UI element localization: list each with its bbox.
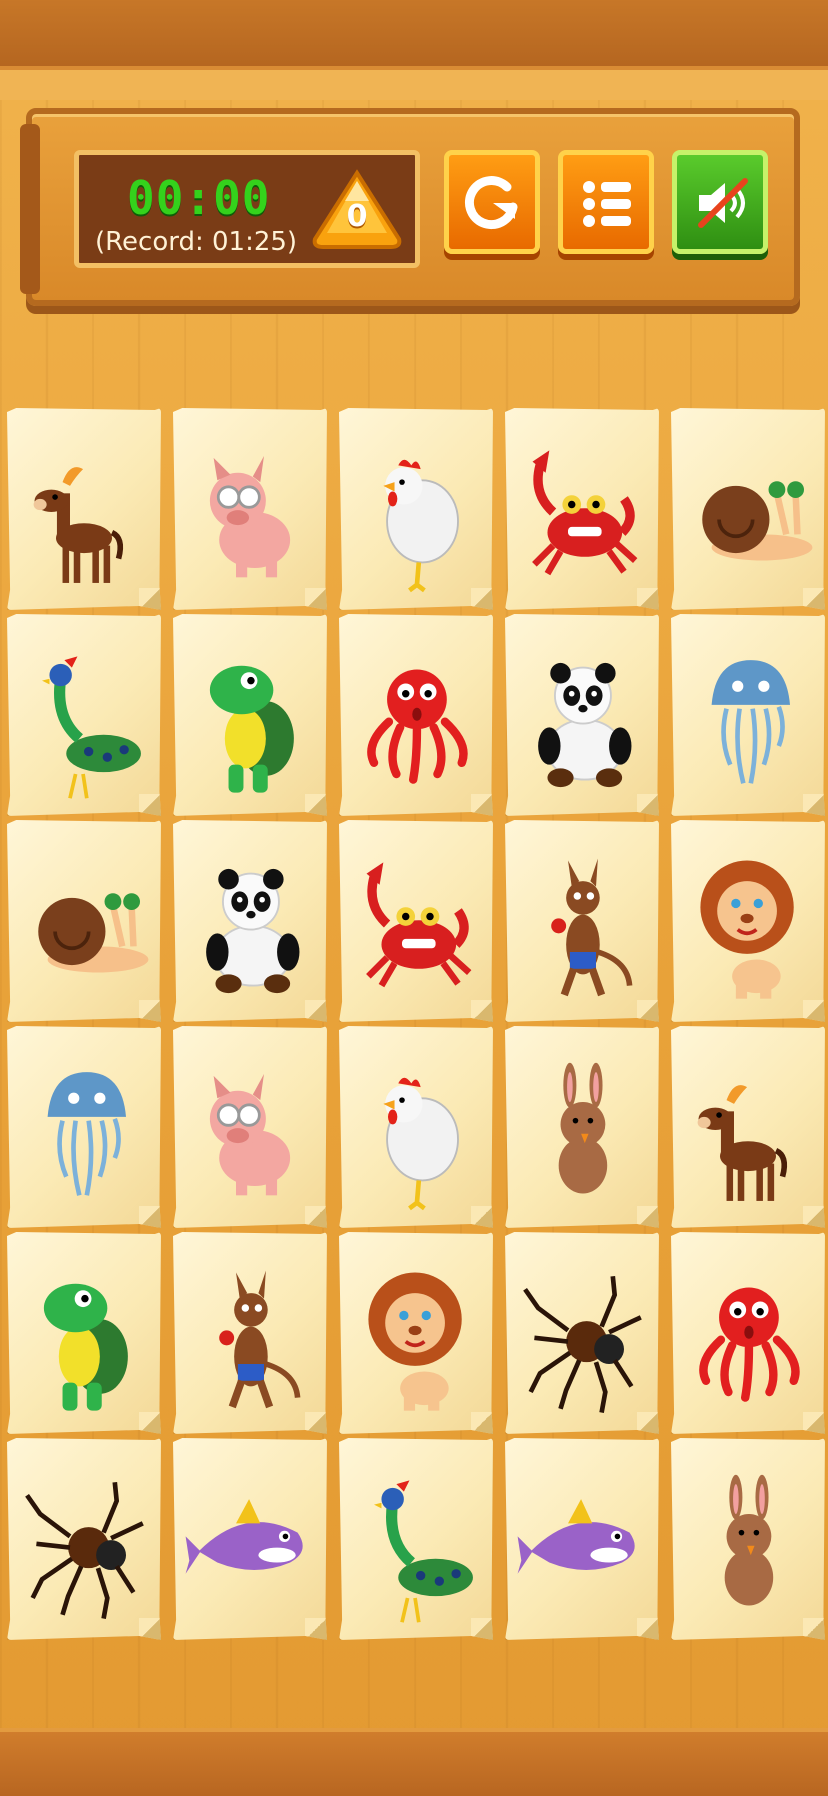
kangaroo-icon [219,1270,301,1409]
snail-icon [702,481,813,561]
record-text: (Record: 01:25) [95,227,298,257]
card-spider[interactable] [505,1232,659,1434]
restart-icon [464,176,518,230]
card-pig[interactable] [173,408,327,610]
hud-bracket [20,124,40,294]
spider-icon [523,1276,642,1413]
chicken-icon [383,1077,459,1211]
top-strip [0,70,828,100]
card-peacock[interactable] [339,1438,493,1640]
horse-icon [697,1085,788,1201]
card-horse[interactable] [671,1026,825,1228]
card-dolphin[interactable] [505,1438,659,1640]
top-bar [0,0,828,70]
panda-icon [206,868,300,994]
lion-icon [700,860,794,999]
pig-icon [209,1074,291,1196]
jellyfish-icon [47,1072,126,1196]
card-kangaroo[interactable] [505,820,659,1022]
jellyfish-icon [711,660,790,784]
card-turtle[interactable] [173,614,327,816]
rabbit-icon [558,1062,608,1194]
card-crab[interactable] [505,408,659,610]
card-crab[interactable] [339,820,493,1022]
crab-icon [532,450,638,576]
octopus-icon [699,1287,800,1402]
card-lion[interactable] [671,820,825,1022]
lion-icon [368,1272,462,1411]
turtle-icon [209,665,294,793]
card-jellyfish[interactable] [671,614,825,816]
dolphin-icon [185,1499,303,1574]
card-pig[interactable] [173,1026,327,1228]
card-peacock[interactable] [7,614,161,816]
timer-panel: 00:00 (Record: 01:25) 0 [74,150,420,268]
game-hud: 00:00 (Record: 01:25) 0 [20,108,800,306]
octopus-icon [367,669,468,784]
menu-button[interactable] [558,150,654,254]
dolphin-icon [517,1499,635,1574]
list-menu-icon [583,181,631,227]
card-turtle[interactable] [7,1232,161,1434]
card-chicken[interactable] [339,408,493,610]
card-spider[interactable] [7,1438,161,1640]
crab-icon [366,862,472,988]
turtle-icon [43,1283,128,1411]
snail-icon [38,893,149,973]
card-octopus[interactable] [339,614,493,816]
card-rabbit[interactable] [671,1438,825,1640]
card-horse[interactable] [7,408,161,610]
card-kangaroo[interactable] [173,1232,327,1434]
timer-value: 00:00 [127,171,271,225]
speaker-muted-icon [698,178,748,228]
card-dolphin[interactable] [173,1438,327,1640]
restart-button[interactable] [444,150,540,254]
score-value: 0 [346,199,368,234]
peacock-icon [42,656,141,799]
spider-icon [25,1482,144,1619]
bottom-bar [0,1728,828,1796]
card-snail[interactable] [7,820,161,1022]
card-chicken[interactable] [339,1026,493,1228]
card-rabbit[interactable] [505,1026,659,1228]
rabbit-icon [724,1474,774,1606]
card-panda[interactable] [173,820,327,1022]
peacock-icon [374,1480,473,1623]
card-panda[interactable] [505,614,659,816]
pig-icon [209,456,291,578]
card-octopus[interactable] [671,1232,825,1434]
horse-icon [33,467,124,583]
card-snail[interactable] [671,408,825,610]
sound-toggle-button[interactable] [672,150,768,254]
card-jellyfish[interactable] [7,1026,161,1228]
chicken-icon [383,459,459,593]
kangaroo-icon [551,858,633,997]
card-lion[interactable] [339,1232,493,1434]
panda-icon [538,662,632,788]
